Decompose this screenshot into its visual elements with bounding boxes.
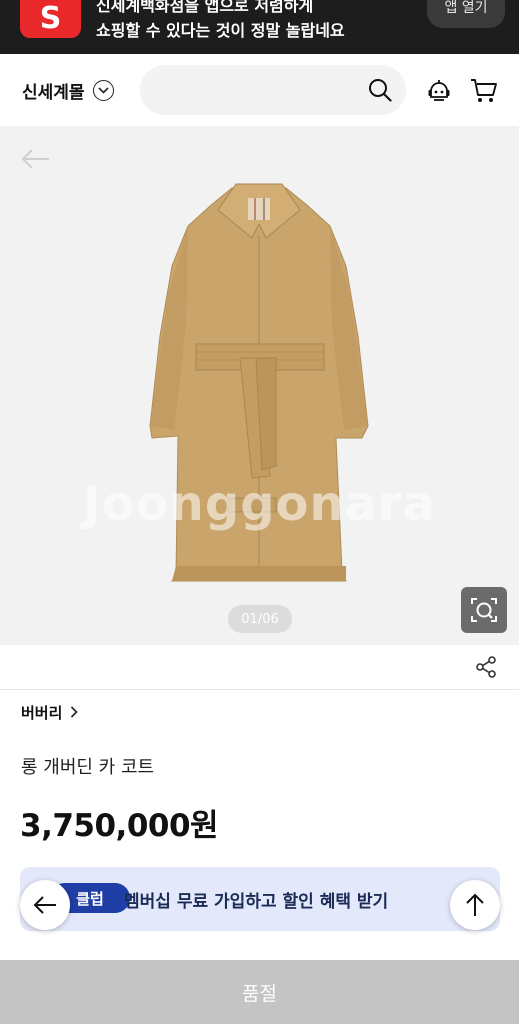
brand-link[interactable]: 버버리 [21, 702, 79, 723]
app-promo-banner[interactable]: S 신세계백화점을 앱으로 저렴하게 쇼핑할 수 있다는 것이 정말 놀랍네요 … [0, 0, 519, 54]
image-search-button[interactable] [461, 587, 507, 633]
banner-message: 신세계백화점을 앱으로 저렴하게 쇼핑할 수 있다는 것이 정말 놀랍네요 [96, 0, 345, 43]
watermark: Joonggonara [82, 476, 437, 532]
app-logo-letter: S [39, 0, 62, 36]
share-icon[interactable] [474, 655, 498, 683]
mall-selector[interactable]: 신세계몰 [22, 78, 114, 103]
cart-icon[interactable] [470, 78, 498, 108]
arrow-left-icon [33, 896, 56, 914]
search-icon[interactable] [368, 78, 392, 106]
open-app-button[interactable]: 앱 열기 [427, 0, 505, 28]
brand-name: 버버리 [21, 704, 63, 722]
coat-product-photo [149, 183, 369, 582]
product-image-gallery[interactable]: Joonggonara 01/06 [0, 126, 519, 645]
search-input[interactable] [158, 65, 358, 115]
app-logo: S [20, 0, 81, 38]
membership-text: 멤버십 무료 가입하고 할인 혜택 받기 [124, 892, 389, 912]
site-header: 신세계몰 [0, 54, 519, 184]
chevron-down-icon [92, 80, 114, 101]
mall-name: 신세계몰 [22, 83, 85, 103]
chatbot-icon[interactable] [426, 78, 452, 108]
sold-out-button[interactable]: 품절 [0, 960, 519, 1024]
share-row [0, 645, 519, 690]
product-title: 롱 개버딘 카 코트 [21, 757, 155, 778]
camera-lens-icon [471, 598, 497, 622]
back-button[interactable] [20, 880, 70, 930]
banner-line-1: 신세계백화점을 앱으로 저렴하게 [96, 0, 314, 15]
membership-banner[interactable]: 클럽 멤버십 무료 가입하고 할인 혜택 받기 [20, 867, 500, 931]
image-counter: 01/06 [228, 605, 292, 633]
chevron-right-icon [70, 703, 79, 722]
banner-line-2: 쇼핑할 수 있다는 것이 정말 놀랍네요 [96, 21, 345, 40]
arrow-up-icon [466, 893, 484, 916]
product-price: 3,750,000원 [20, 808, 219, 844]
search-bar[interactable] [140, 65, 406, 115]
scroll-top-button[interactable] [450, 880, 500, 930]
